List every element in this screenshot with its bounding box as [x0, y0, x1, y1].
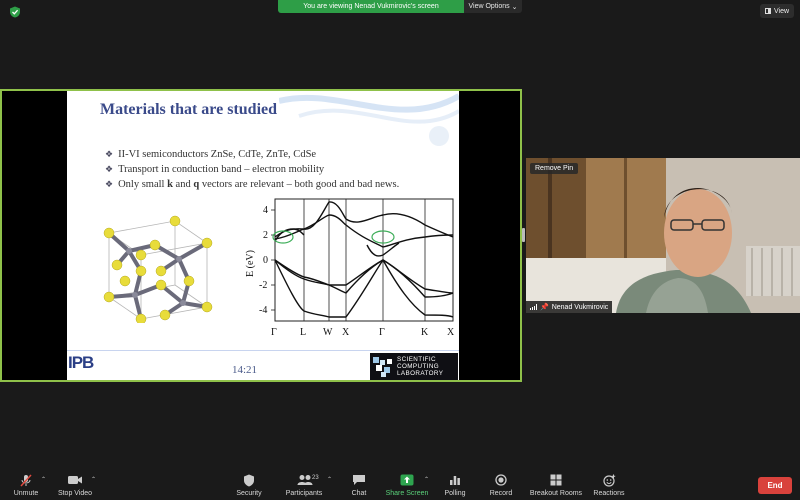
crystal-structure-image	[103, 215, 213, 323]
meeting-toolbar: Unmute ⌃ Stop Video ⌃ Security Participa…	[0, 470, 800, 500]
presentation-slide: Materials that are studied II-VI semicon…	[67, 91, 459, 380]
polling-button[interactable]: Polling	[442, 470, 468, 500]
plot-ylabel: E (eV)	[245, 250, 256, 277]
scl-logo: SCIENTIFIC COMPUTING LABORATORY	[370, 353, 458, 380]
security-shield-icon	[244, 474, 254, 487]
panel-resize-handle[interactable]	[522, 228, 525, 242]
participants-options-caret[interactable]: ⌃	[327, 476, 332, 483]
chat-button[interactable]: Chat	[347, 470, 371, 500]
reactions-label: Reactions	[593, 490, 625, 497]
ytick-label: -4	[259, 305, 267, 316]
chat-label: Chat	[351, 490, 367, 497]
reactions-emoji-icon	[602, 474, 615, 487]
remove-pin-button[interactable]: Remove Pin	[530, 163, 579, 174]
xtick-label: Γ	[379, 327, 385, 338]
band-structure-plot: 4 2 0 -2 -4 Γ L W X Γ K X E (eV)	[245, 198, 455, 338]
ytick-label: -2	[259, 280, 267, 291]
view-options-label: View Options	[468, 3, 510, 10]
shield-check-icon[interactable]	[9, 6, 21, 18]
share-options-caret[interactable]: ⌃	[424, 476, 429, 483]
participant-video[interactable]: Remove Pin 📌 Nenad Vukmirovic	[526, 158, 800, 313]
slide-time: 14:21	[232, 364, 258, 376]
slide-title: Materials that are studied	[100, 101, 278, 118]
chevron-down-icon: ⌄	[511, 3, 518, 11]
bullet-item: Transport in conduction band – electron …	[105, 162, 399, 177]
reactions-button[interactable]: Reactions	[592, 470, 626, 500]
polling-label: Polling	[444, 490, 466, 497]
participant-name: Nenad Vukmirovic	[551, 303, 609, 311]
participant-video-feed	[526, 158, 800, 313]
bullet-text: II-VI semiconductors ZnSe, CdTe, ZnTe, C…	[118, 149, 317, 160]
security-button[interactable]: Security	[232, 470, 266, 500]
unmute-button[interactable]: Unmute	[8, 470, 44, 500]
breakout-rooms-button[interactable]: Breakout Rooms	[528, 470, 584, 500]
view-layout-icon	[764, 8, 771, 14]
video-camera-icon	[68, 476, 82, 484]
view-button[interactable]: View	[760, 4, 794, 18]
breakout-rooms-label: Breakout Rooms	[529, 490, 583, 497]
bullet-text-post: vectors are relevant – both good and bad…	[199, 179, 400, 190]
share-screen-button[interactable]: Share Screen	[385, 470, 429, 500]
bullet-text: Transport in conduction band – electron …	[118, 164, 325, 175]
ipb-logo: IPB	[68, 353, 94, 372]
xtick-label: K	[421, 327, 429, 338]
bullet-text-pre: Only small	[118, 179, 168, 190]
audio-options-caret[interactable]: ⌃	[41, 476, 46, 483]
slide-decoration	[279, 93, 459, 146]
bullet-item: Only small k and q vectors are relevant …	[105, 177, 399, 192]
ytick-label: 0	[263, 255, 268, 266]
unmute-label: Unmute	[13, 490, 39, 497]
ytick-label: 4	[263, 205, 268, 216]
xtick-label: W	[323, 327, 333, 338]
bullet-item: II-VI semiconductors ZnSe, CdTe, ZnTe, C…	[105, 147, 399, 162]
record-icon	[495, 474, 507, 486]
scl-logo-text: SCIENTIFIC COMPUTING LABORATORY	[397, 356, 444, 377]
ytick-label: 2	[263, 230, 268, 241]
participant-name-tag: 📌 Nenad Vukmirovic	[526, 301, 613, 313]
viewing-banner: You are viewing Nenad Vukmirovic's scree…	[278, 0, 522, 13]
stop-video-label: Stop Video	[57, 490, 93, 497]
xtick-label: L	[300, 327, 306, 338]
bullet-text-mid: and	[172, 179, 194, 190]
xtick-label: X	[342, 327, 350, 338]
share-screen-label: Share Screen	[385, 490, 429, 497]
polling-chart-icon	[450, 476, 460, 485]
view-options-button[interactable]: View Options ⌄	[464, 0, 522, 13]
video-options-caret[interactable]: ⌃	[91, 476, 96, 483]
scl-logo-icon	[373, 356, 392, 377]
shared-screen[interactable]: Materials that are studied II-VI semicon…	[0, 89, 522, 382]
microphone-muted-icon	[20, 474, 32, 487]
slide-bullets: II-VI semiconductors ZnSe, CdTe, ZnTe, C…	[105, 147, 399, 192]
security-label: Security	[236, 490, 262, 497]
breakout-rooms-icon	[550, 474, 562, 486]
viewing-message: You are viewing Nenad Vukmirovic's scree…	[278, 0, 464, 13]
xtick-label: Γ	[271, 327, 277, 338]
record-button[interactable]: Record	[487, 470, 515, 500]
participants-icon	[297, 475, 313, 485]
record-label: Record	[489, 490, 513, 497]
chat-bubble-icon	[353, 475, 365, 485]
participants-label: Participants	[285, 490, 323, 497]
end-meeting-button[interactable]: End	[758, 477, 792, 494]
view-button-label: View	[773, 7, 790, 15]
stop-video-button[interactable]: Stop Video	[55, 470, 95, 500]
slide-footer-line	[67, 350, 459, 351]
pin-icon: 📌	[540, 304, 549, 311]
share-screen-icon	[400, 474, 414, 486]
xtick-label: X	[447, 327, 455, 338]
signal-strength-icon	[530, 304, 537, 310]
participants-count: 23	[312, 475, 319, 481]
